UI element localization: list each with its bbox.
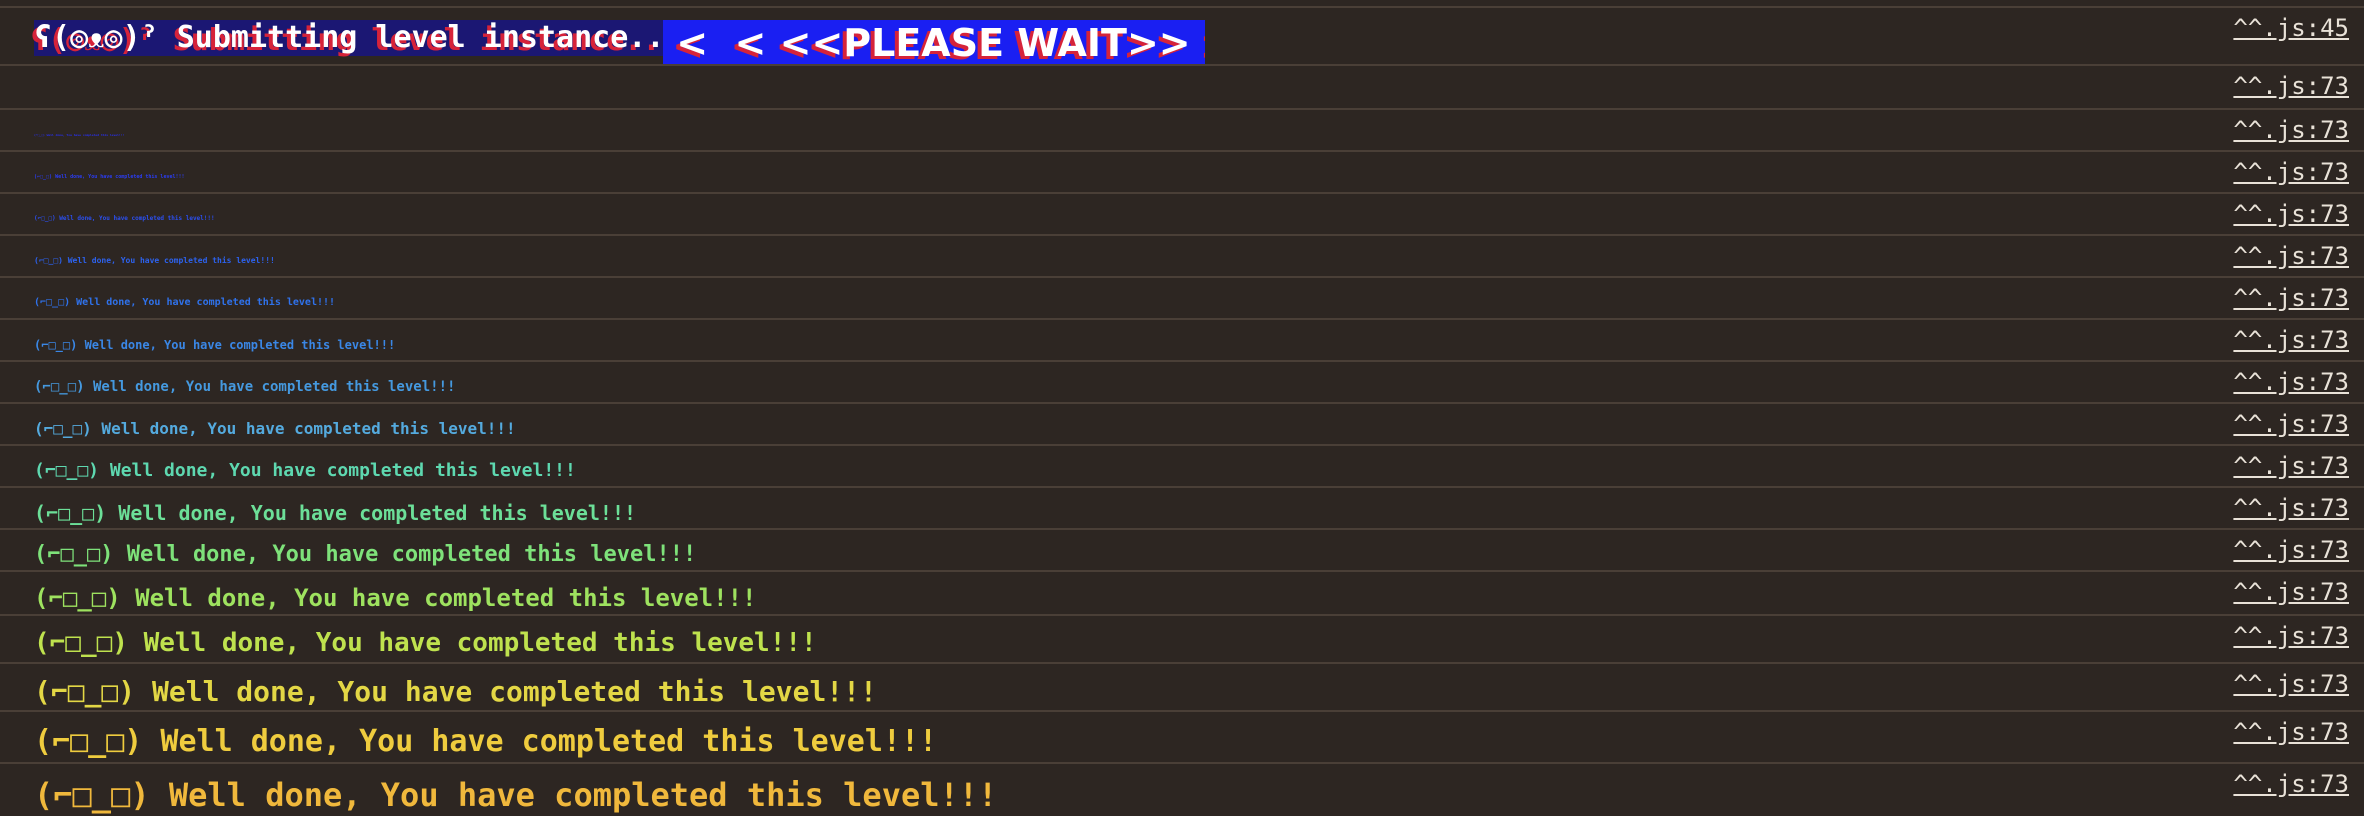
log-row: (⌐□_□) Well done, You have completed thi…	[0, 570, 2364, 614]
please-wait-banner: < < <<PLEASE WAIT>> > >	[663, 20, 1205, 66]
log-message: (⌐□_□) Well done, You have completed thi…	[34, 675, 877, 709]
source-link[interactable]: ^^.js:73	[2233, 368, 2349, 396]
log-message: (⌐□_□) Well done, You have completed thi…	[34, 297, 336, 308]
source-link[interactable]: ^^.js:73	[2233, 536, 2349, 564]
source-link[interactable]: ^^.js:73	[2233, 622, 2349, 650]
log-row: (⌐□_□) Well done, You have completed thi…	[0, 486, 2364, 528]
source-link[interactable]: ^^.js:73	[2233, 578, 2349, 606]
source-link[interactable]: ^^.js:73	[2233, 116, 2349, 144]
log-message: (⌐□_□) Well done, You have completed thi…	[34, 628, 817, 659]
log-row: (⌐□_□) Well done, You have completed thi…	[0, 108, 2364, 150]
log-row: (⌐□_□) Well done, You have completed thi…	[0, 444, 2364, 486]
log-message: (⌐□_□) Well done, You have completed thi…	[34, 419, 516, 439]
log-row: (⌐□_□) Well done, You have completed thi…	[0, 192, 2364, 234]
console-log: ʕ(◎ᴥ◎)ˀ Submitting level instance... < <…	[0, 0, 2364, 816]
log-row: (⌐□_□) Well done, You have completed thi…	[0, 402, 2364, 444]
log-row: (⌐□_□) Well done, You have completed thi…	[0, 360, 2364, 402]
source-link[interactable]: ^^.js:73	[2233, 410, 2349, 438]
source-link[interactable]: ^^.js:73	[2233, 326, 2349, 354]
source-link[interactable]: ^^.js:73	[2233, 284, 2349, 312]
source-link[interactable]: ^^.js:73	[2233, 242, 2349, 270]
source-link[interactable]: ^^.js:73	[2233, 770, 2349, 798]
source-link[interactable]: ^^.js:45	[2233, 14, 2349, 42]
log-row: (⌐□_□) Well done, You have completed thi…	[0, 276, 2364, 318]
log-message: (⌐□_□) Well done, You have completed thi…	[34, 541, 697, 567]
source-link[interactable]: ^^.js:73	[2233, 452, 2349, 480]
log-message: (⌐□_□) Well done, You have completed thi…	[34, 337, 396, 352]
submitting-message: ʕ(◎ᴥ◎)ˀ Submitting level instance...	[34, 20, 697, 56]
source-link[interactable]: ^^.js:73	[2233, 718, 2349, 746]
log-row: (⌐□_□) Well done, You have completed thi…	[0, 762, 2364, 816]
log-row-header: ʕ(◎ᴥ◎)ˀ Submitting level instance... < <…	[0, 6, 2364, 66]
log-row: (⌐□_□) Well done, You have completed thi…	[0, 150, 2364, 192]
source-link[interactable]: ^^.js:73	[2233, 200, 2349, 228]
source-link[interactable]: ^^.js:73	[2233, 670, 2349, 698]
log-message: (⌐□_□) Well done, You have completed thi…	[34, 174, 185, 180]
source-link[interactable]: ^^.js:73	[2233, 494, 2349, 522]
log-row: (⌐□_□) Well done, You have completed thi…	[0, 710, 2364, 762]
log-message: (⌐□_□) Well done, You have completed thi…	[34, 501, 637, 525]
log-row: (⌐□_□) Well done, You have completed thi…	[0, 318, 2364, 360]
log-row: ^^.js:73	[0, 64, 2364, 108]
log-message: (⌐□_□) Well done, You have completed thi…	[34, 583, 757, 612]
log-message: (⌐□_□) Well done, You have completed thi…	[34, 256, 275, 266]
log-row: (⌐□_□) Well done, You have completed thi…	[0, 662, 2364, 710]
log-message: (⌐□_□) Well done, You have completed thi…	[34, 775, 998, 814]
source-link[interactable]: ^^.js:73	[2233, 158, 2349, 186]
log-message: (⌐□_□) Well done, You have completed thi…	[34, 724, 938, 759]
log-message: (⌐□_□) Well done, You have completed thi…	[34, 215, 215, 223]
log-message: (⌐□_□) Well done, You have completed thi…	[34, 133, 125, 138]
log-row: (⌐□_□) Well done, You have completed thi…	[0, 234, 2364, 276]
source-link[interactable]: ^^.js:73	[2233, 72, 2349, 100]
log-message: (⌐□_□) Well done, You have completed thi…	[34, 378, 456, 395]
log-row: (⌐□_□) Well done, You have completed thi…	[0, 614, 2364, 662]
log-message: (⌐□_□) Well done, You have completed thi…	[34, 460, 576, 482]
log-row: (⌐□_□) Well done, You have completed thi…	[0, 528, 2364, 570]
